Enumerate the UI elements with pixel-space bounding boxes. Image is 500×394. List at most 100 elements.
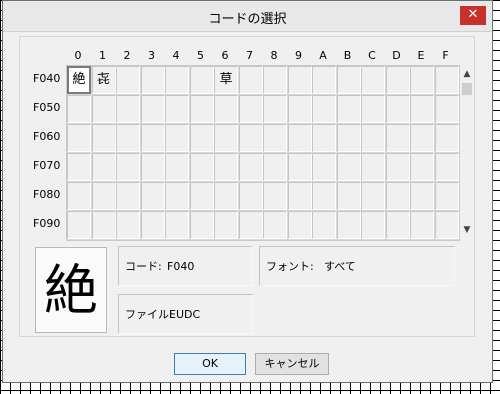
scroll-up-icon[interactable]: ▲: [460, 67, 474, 81]
ok-button[interactable]: OK: [174, 353, 246, 375]
grid-cell[interactable]: [189, 95, 214, 123]
grid-cell[interactable]: [67, 124, 91, 152]
grid-cell[interactable]: [336, 182, 361, 210]
grid-cell[interactable]: [287, 95, 312, 123]
grid-cell[interactable]: [385, 95, 410, 123]
cancel-button[interactable]: キャンセル: [255, 353, 329, 375]
grid-cell[interactable]: [287, 124, 312, 152]
grid-cell[interactable]: [312, 211, 336, 239]
grid-cell[interactable]: [434, 182, 459, 210]
grid-cell[interactable]: [116, 211, 140, 239]
grid-cell[interactable]: [214, 124, 238, 152]
grid-cell[interactable]: [116, 182, 140, 210]
grid-cell[interactable]: [238, 95, 263, 123]
grid-cell[interactable]: [140, 211, 165, 239]
grid-cell[interactable]: [361, 124, 385, 152]
scroll-thumb[interactable]: [462, 83, 472, 95]
grid-cell[interactable]: [287, 211, 312, 239]
grid-cell[interactable]: [410, 211, 434, 239]
grid-cell[interactable]: [116, 124, 140, 152]
grid-cell[interactable]: [410, 153, 434, 181]
grid-cell[interactable]: [385, 153, 410, 181]
grid-cell[interactable]: [67, 211, 91, 239]
grid-cell[interactable]: [238, 124, 263, 152]
grid-cell[interactable]: 絶: [67, 66, 91, 94]
grid-cell[interactable]: [238, 211, 263, 239]
grid-cell[interactable]: [336, 211, 361, 239]
grid-cell[interactable]: [214, 95, 238, 123]
grid-cell[interactable]: [385, 66, 410, 94]
grid-cell[interactable]: [140, 66, 165, 94]
grid-cell[interactable]: [287, 153, 312, 181]
grid-cell[interactable]: [385, 211, 410, 239]
grid-cell[interactable]: [189, 66, 214, 94]
grid-cell[interactable]: [312, 95, 336, 123]
grid-cell[interactable]: [91, 95, 116, 123]
grid-cell[interactable]: [287, 66, 312, 94]
grid-cell[interactable]: [165, 153, 189, 181]
grid-cell[interactable]: [361, 95, 385, 123]
grid-cell[interactable]: [312, 182, 336, 210]
grid-cell[interactable]: [140, 153, 165, 181]
grid-cell[interactable]: [165, 211, 189, 239]
grid-cell[interactable]: [336, 66, 361, 94]
grid-cell[interactable]: [67, 95, 91, 123]
grid-cell[interactable]: [312, 66, 336, 94]
grid-cell[interactable]: [91, 124, 116, 152]
grid-cell[interactable]: [116, 95, 140, 123]
grid-cell[interactable]: [263, 153, 287, 181]
grid-cell[interactable]: [336, 124, 361, 152]
grid-cell[interactable]: [189, 124, 214, 152]
grid-cell[interactable]: [189, 153, 214, 181]
grid-cell[interactable]: [434, 153, 459, 181]
grid-cell[interactable]: [238, 153, 263, 181]
grid-cell[interactable]: [189, 182, 214, 210]
grid-cell[interactable]: [263, 95, 287, 123]
grid-cell[interactable]: [214, 153, 238, 181]
grid-cell[interactable]: [116, 153, 140, 181]
grid-cell[interactable]: [263, 66, 287, 94]
grid-cell[interactable]: 草: [214, 66, 238, 94]
grid-cell[interactable]: [410, 182, 434, 210]
grid-cell[interactable]: [336, 95, 361, 123]
grid-cell[interactable]: [287, 182, 312, 210]
grid-cell[interactable]: [385, 124, 410, 152]
grid-cell[interactable]: [312, 124, 336, 152]
grid-scrollbar[interactable]: ▲ ▼: [460, 65, 474, 239]
grid-cell[interactable]: [140, 124, 165, 152]
grid-cell[interactable]: [189, 211, 214, 239]
grid-cell[interactable]: [140, 182, 165, 210]
grid-cell[interactable]: [410, 66, 434, 94]
grid-cell[interactable]: [238, 66, 263, 94]
grid-cell[interactable]: [165, 66, 189, 94]
grid-cell[interactable]: [67, 153, 91, 181]
grid-cell[interactable]: [238, 182, 263, 210]
grid-cell[interactable]: [263, 124, 287, 152]
grid-cell[interactable]: [263, 211, 287, 239]
grid-cell[interactable]: [410, 95, 434, 123]
grid-cell[interactable]: [312, 153, 336, 181]
scroll-down-icon[interactable]: ▼: [460, 223, 474, 237]
grid-cell[interactable]: [361, 66, 385, 94]
grid-cell[interactable]: 㐂: [91, 66, 116, 94]
grid-cell[interactable]: [434, 66, 459, 94]
grid-cell[interactable]: [336, 153, 361, 181]
grid-cell[interactable]: [91, 153, 116, 181]
grid-cell[interactable]: [434, 211, 459, 239]
grid-cell[interactable]: [434, 124, 459, 152]
grid-cell[interactable]: [361, 153, 385, 181]
grid-cell[interactable]: [165, 95, 189, 123]
close-button[interactable]: ✕: [460, 6, 486, 25]
grid-cell[interactable]: [214, 182, 238, 210]
grid-cell[interactable]: [410, 124, 434, 152]
grid-cell[interactable]: [116, 66, 140, 94]
grid-cell[interactable]: [434, 95, 459, 123]
grid-cell[interactable]: [67, 182, 91, 210]
grid-cell[interactable]: [263, 182, 287, 210]
grid-cell[interactable]: [91, 211, 116, 239]
grid-cell[interactable]: [140, 95, 165, 123]
grid-cell[interactable]: [385, 182, 410, 210]
grid-cell[interactable]: [361, 182, 385, 210]
grid-cell[interactable]: [165, 182, 189, 210]
grid-cell[interactable]: [361, 211, 385, 239]
